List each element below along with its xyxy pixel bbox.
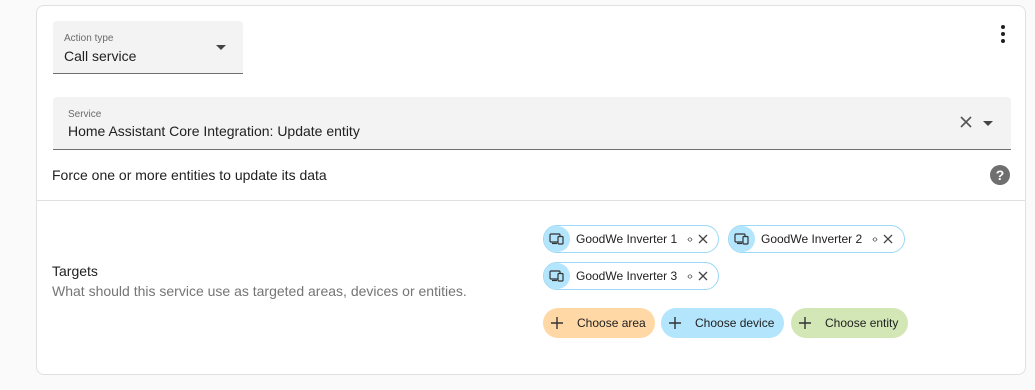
unfold-icon[interactable]: ‹› (872, 234, 878, 245)
service-label: Service (68, 109, 102, 120)
choose-entity-button[interactable]: Choose entity (791, 308, 908, 338)
help-circle-icon[interactable]: ? (990, 165, 1010, 185)
choose-area-button[interactable]: Choose area (543, 308, 655, 338)
menu-down-icon[interactable] (983, 121, 993, 126)
action-card: Action type Call service Service Home As… (36, 5, 1026, 375)
targets-label: Targets (52, 263, 98, 279)
plus-icon (551, 317, 563, 329)
action-type-label: Action type (64, 33, 114, 44)
close-icon[interactable] (883, 234, 893, 244)
target-chip[interactable]: GoodWe Inverter 1 ‹› (543, 225, 719, 253)
service-description: Force one or more entities to update its… (52, 167, 327, 183)
plus-icon (799, 317, 811, 329)
close-icon[interactable] (959, 115, 973, 129)
choose-area-label: Choose area (577, 316, 646, 330)
target-chip[interactable]: GoodWe Inverter 3 ‹› (543, 262, 719, 290)
target-chip-name: GoodWe Inverter 1 (576, 232, 678, 246)
divider (37, 200, 1025, 201)
choose-entity-label: Choose entity (825, 316, 899, 330)
choose-device-label: Choose device (695, 316, 775, 330)
service-select[interactable]: Service Home Assistant Core Integration:… (53, 97, 1011, 150)
target-chip-name: GoodWe Inverter 2 (761, 232, 863, 246)
choose-device-button[interactable]: Choose device (661, 308, 784, 338)
more-vertical-icon[interactable] (991, 20, 1015, 48)
target-chip[interactable]: GoodWe Inverter 2 ‹› (728, 225, 905, 253)
action-type-value: Call service (64, 48, 137, 64)
close-icon[interactable] (698, 271, 708, 281)
plus-icon (669, 317, 681, 329)
device-icon (729, 226, 755, 252)
unfold-icon[interactable]: ‹› (687, 271, 693, 282)
device-icon (544, 226, 570, 252)
service-value: Home Assistant Core Integration: Update … (68, 123, 360, 139)
action-type-select[interactable]: Action type Call service (53, 21, 243, 74)
menu-down-icon[interactable] (216, 45, 226, 50)
target-chip-name: GoodWe Inverter 3 (576, 269, 678, 283)
close-icon[interactable] (698, 234, 708, 244)
targets-description: What should this service use as targeted… (52, 283, 467, 299)
device-icon (544, 263, 570, 289)
unfold-icon[interactable]: ‹› (687, 234, 693, 245)
